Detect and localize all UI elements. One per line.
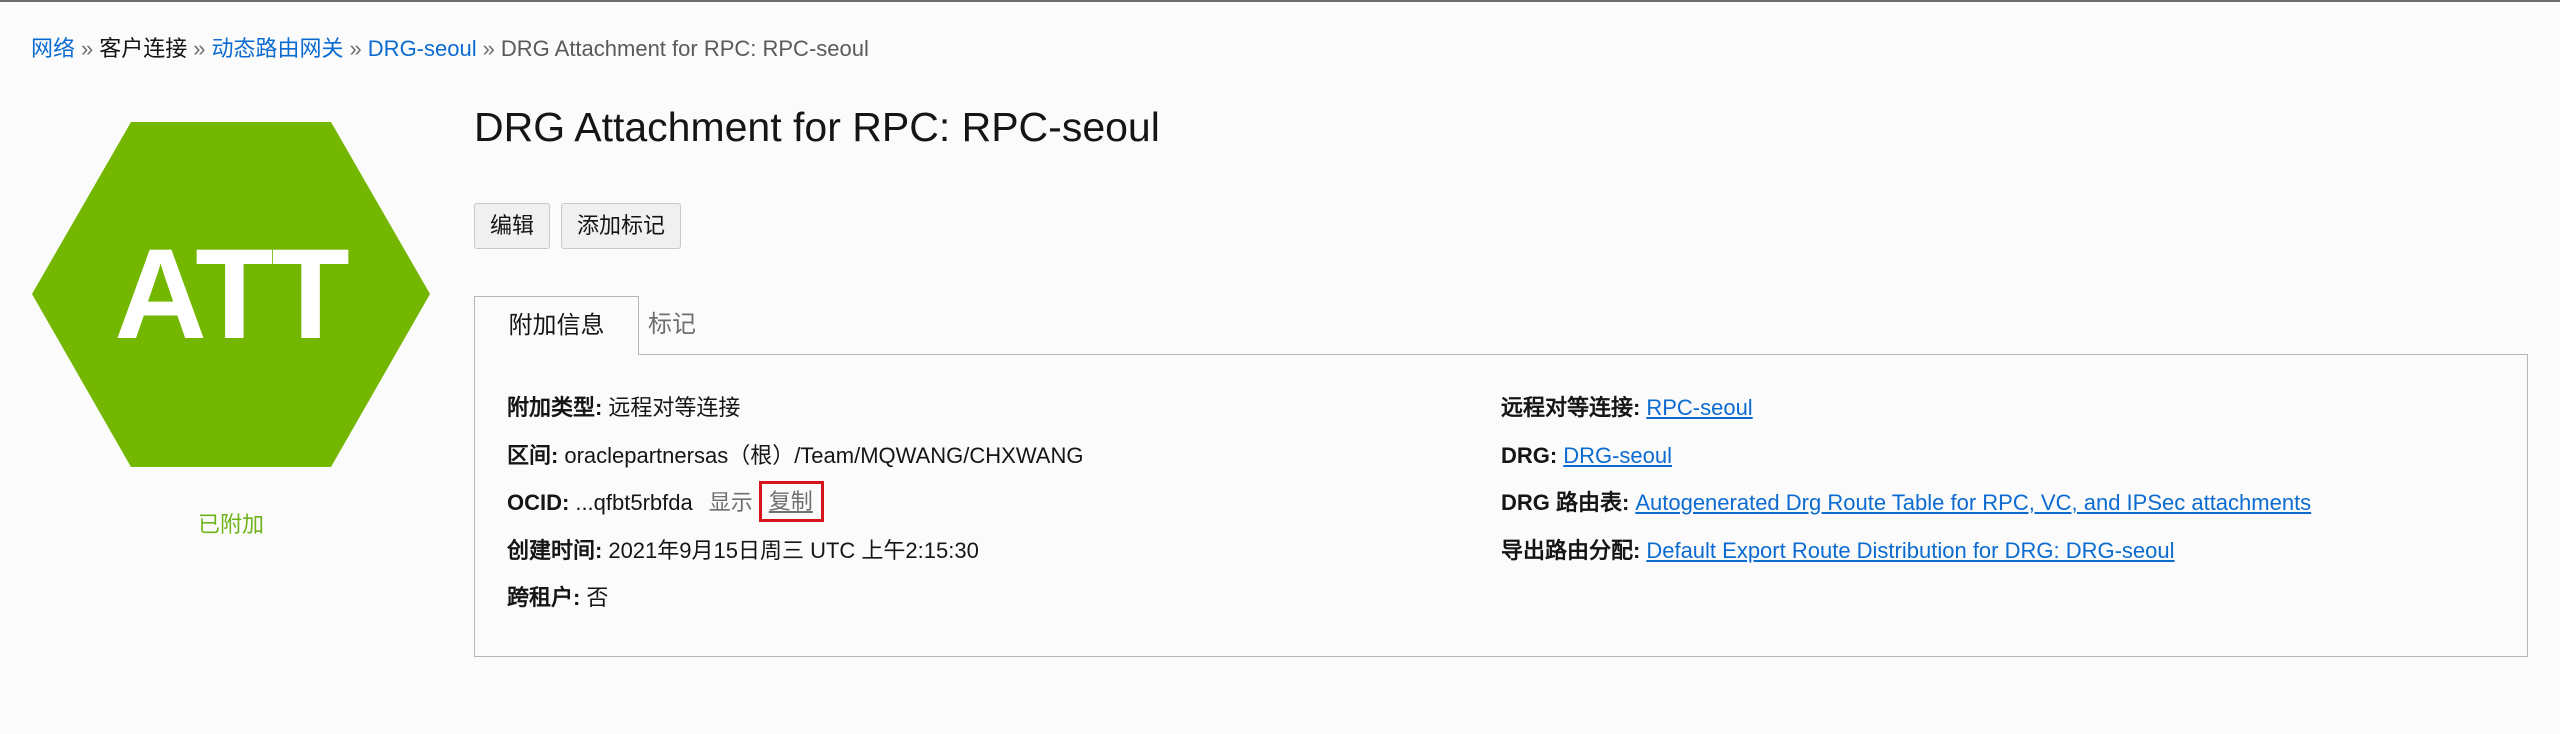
- detail-ocid: OCID: ...qfbt5rbfda 显示 复制: [507, 481, 1083, 538]
- breadcrumb-separator: »: [349, 36, 362, 61]
- breadcrumb-separator: »: [81, 36, 94, 61]
- detail-created: 创建时间: 2021年9月15日周三 UTC 上午2:15:30: [507, 538, 1083, 586]
- detail-label: OCID:: [507, 490, 570, 515]
- detail-label: DRG:: [1501, 442, 1558, 468]
- status-badge: 已附加: [197, 512, 264, 537]
- detail-attachment-type: 附加类型: 远程对等连接: [507, 395, 1083, 443]
- detail-drg: DRG: DRG-seoul: [1501, 443, 2311, 491]
- detail-value: 否: [586, 585, 609, 610]
- edit-button[interactable]: 编辑: [474, 203, 551, 249]
- drg-link[interactable]: DRG-seoul: [1563, 443, 1672, 469]
- route-table-link[interactable]: Autogenerated Drg Route Table for RPC, V…: [1635, 490, 2311, 516]
- detail-value: 2021年9月15日周三 UTC 上午2:15:30: [608, 537, 979, 563]
- badge-label: ATT: [114, 223, 349, 366]
- breadcrumb: 网络» 客户连接» 动态路由网关» DRG-seoul» DRG Attachment …: [31, 36, 869, 62]
- detail-label: 创建时间:: [507, 537, 603, 563]
- add-tags-button[interactable]: 添加标记: [561, 203, 682, 249]
- tab-attachment-info[interactable]: 附加信息: [474, 296, 639, 355]
- breadcrumb-networking[interactable]: 网络: [31, 36, 75, 61]
- tab-tags[interactable]: 标记: [648, 296, 696, 355]
- breadcrumb-customer-connectivity: 客户连接: [99, 36, 188, 61]
- top-border: [0, 0, 2560, 2]
- breadcrumb-current: DRG Attachment for RPC: RPC-seoul: [500, 36, 869, 61]
- export-distribution-link[interactable]: Default Export Route Distribution for DR…: [1646, 538, 2174, 564]
- detail-route-table: DRG 路由表: Autogenerated Drg Route Table f…: [1501, 490, 2311, 538]
- breadcrumb-separator: »: [482, 36, 495, 61]
- details-panel: 附加类型: 远程对等连接 区间: oraclepartnersas（根）/Tea…: [474, 354, 2528, 657]
- detail-value: 远程对等连接: [608, 395, 741, 420]
- detail-label: 跨租户:: [507, 585, 581, 610]
- breadcrumb-separator: »: [193, 36, 206, 61]
- details-left-column: 附加类型: 远程对等连接 区间: oraclepartnersas（根）/Tea…: [507, 395, 1083, 633]
- detail-rpc: 远程对等连接: RPC-seoul: [1501, 395, 2311, 443]
- rpc-link[interactable]: RPC-seoul: [1646, 395, 1752, 421]
- details-right-column: 远程对等连接: RPC-seoul DRG: DRG-seoul DRG 路由表…: [1501, 395, 2311, 585]
- action-bar: 编辑 添加标记: [474, 203, 682, 249]
- detail-label: 导出路由分配:: [1501, 537, 1641, 563]
- tab-bar: 附加信息 标记: [474, 296, 2528, 355]
- show-ocid-link[interactable]: 显示: [709, 490, 753, 516]
- page-title: DRG Attachment for RPC: RPC-seoul: [474, 104, 1160, 150]
- breadcrumb-drg-list[interactable]: 动态路由网关: [212, 36, 344, 61]
- detail-export-distribution: 导出路由分配: Default Export Route Distributio…: [1501, 538, 2311, 586]
- detail-label: 区间:: [507, 442, 559, 468]
- detail-label: DRG 路由表:: [1501, 490, 1630, 515]
- copy-ocid-link[interactable]: 复制: [758, 481, 824, 522]
- detail-label: 远程对等连接:: [1501, 395, 1641, 420]
- detail-value: oraclepartnersas（根）/Team/MQWANG/CHXWANG: [564, 442, 1084, 468]
- resource-hexagon-icon: ATT: [32, 122, 430, 467]
- detail-cross-tenancy: 跨租户: 否: [507, 585, 1083, 633]
- detail-label: 附加类型:: [507, 395, 603, 420]
- breadcrumb-drg-seoul[interactable]: DRG-seoul: [368, 36, 477, 61]
- ocid-value: ...qfbt5rbfda: [575, 490, 693, 515]
